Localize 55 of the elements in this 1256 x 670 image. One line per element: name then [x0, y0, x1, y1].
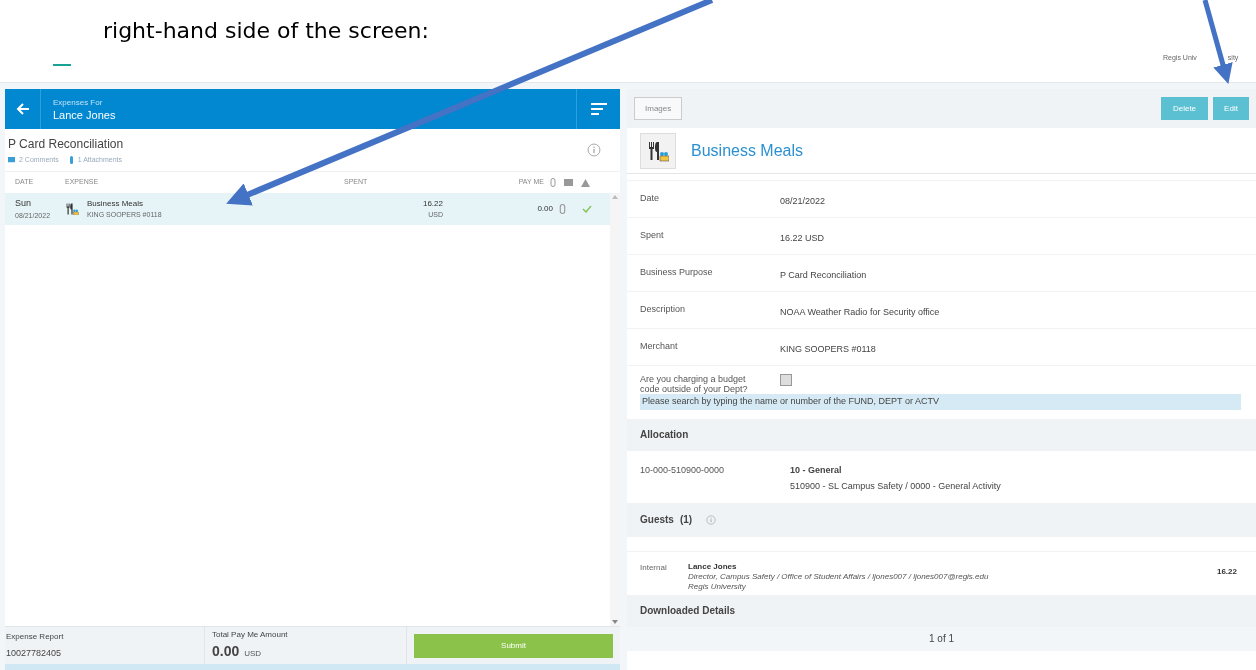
report-title: P Card Reconciliation	[8, 135, 125, 153]
field-value: KING SOOPERS #0118	[780, 343, 876, 356]
guest-amount: 16.22	[1216, 565, 1237, 578]
header-title: Lance Jones	[53, 109, 117, 121]
sort-icon	[590, 103, 607, 115]
pagination: 1 of 1	[929, 632, 954, 646]
expense-name: Business Meals	[87, 197, 145, 210]
scroll-down-icon[interactable]	[612, 620, 618, 624]
field-label: Business Purpose	[640, 267, 714, 277]
header-subtitle: Expenses For	[53, 97, 104, 109]
section-heading: Allocation	[640, 428, 689, 442]
allocation-code: 10-000-510900-0000	[640, 463, 726, 477]
field-value: P Card Reconciliation	[780, 269, 867, 282]
guest-organization: Regis University	[688, 581, 747, 592]
allocation-detail: 510900 - SL Campus Safety / 0000 - General Activity	[790, 480, 1001, 493]
fork-knife-icon	[647, 139, 669, 162]
field-label: Are you charging a budget code outside of your Dept?	[640, 374, 749, 394]
section-heading: Downloaded Details	[640, 604, 735, 618]
field-label: Merchant	[640, 341, 679, 351]
info-icon[interactable]	[587, 143, 601, 157]
pay-me-amount: 0.00	[536, 203, 553, 215]
report-label: Expense Report	[6, 630, 65, 643]
field-label: Description	[640, 304, 687, 314]
expense-title: Business Meals	[691, 140, 804, 161]
guest-count: (1)	[679, 513, 693, 527]
check-icon	[582, 205, 592, 213]
checkbox[interactable]	[780, 374, 792, 386]
delete-button[interactable]: Delete	[1161, 97, 1208, 120]
report-number: 10027782405	[6, 646, 63, 660]
field-label: Spent	[640, 230, 665, 240]
warning-icon	[581, 178, 590, 187]
field-value: 16.22 USD	[780, 232, 825, 245]
field-value: NOAA Weather Radio for Security office	[780, 306, 940, 319]
guest-detail: Director, Campus Safety / Office of Student Affairs / ljones007 / ljones007@regis.edu	[688, 571, 990, 582]
section-heading: Guests	[640, 513, 674, 527]
images-button[interactable]: Images	[634, 97, 683, 120]
total-label: Total Pay Me Amount	[212, 629, 289, 641]
submit-button[interactable]: Submit	[414, 633, 613, 658]
spent-amount: 16.22	[422, 197, 443, 210]
edit-button[interactable]: Edit	[1213, 97, 1249, 120]
guest-type: Internal	[640, 561, 668, 574]
scroll-up-icon[interactable]	[612, 195, 618, 199]
expense-day: Sun	[15, 197, 65, 211]
field-label: Date	[640, 193, 660, 203]
scrollbar[interactable]	[610, 193, 620, 626]
search-hint: Please search by typing the name or number of the FUND, DEPT or ACTV	[640, 394, 1241, 410]
total-amount: 0.00	[212, 642, 240, 661]
allocation-name: 10 - General	[790, 463, 843, 477]
back-arrow-icon	[15, 102, 30, 116]
field-value: 08/21/2022	[780, 195, 826, 208]
fork-knife-icon	[65, 203, 79, 215]
total-currency: USD	[244, 648, 262, 660]
caption: right-hand side of the screen:	[103, 17, 429, 45]
info-icon[interactable]	[706, 514, 717, 525]
guest-name: Lance Jones	[688, 561, 738, 572]
